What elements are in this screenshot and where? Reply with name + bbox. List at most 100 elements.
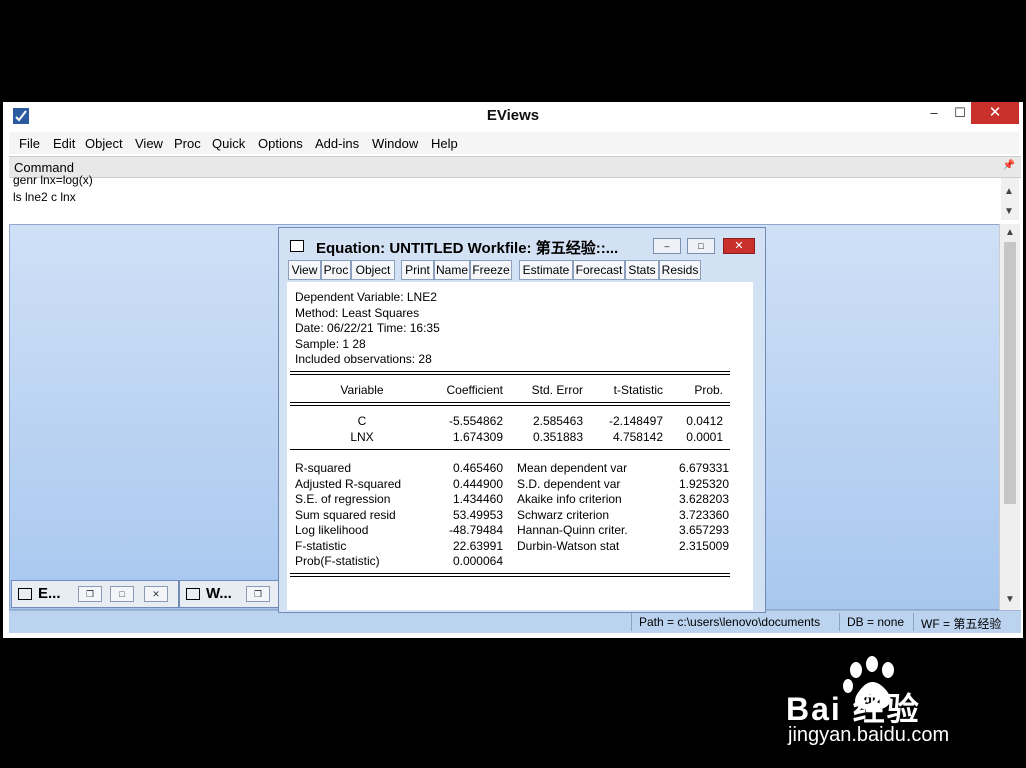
command-line-1: genr lnx=log(x) <box>13 173 93 187</box>
proc-button[interactable]: Proc <box>321 260 351 280</box>
menu-window[interactable]: Window <box>372 136 418 151</box>
menu-quick[interactable]: Quick <box>212 136 245 151</box>
equation-title-bar[interactable]: Equation: UNTITLED Workfile: 第五经验::... –… <box>279 228 765 260</box>
scroll-down-icon[interactable]: ▼ <box>1004 206 1014 217</box>
stat-value: 6.679331 <box>678 461 729 475</box>
divider <box>290 405 730 406</box>
row-std-error: 0.351883 <box>532 430 583 444</box>
command-scrollbar[interactable]: ▲ ▼ <box>1001 178 1019 220</box>
restore-icon[interactable]: ❐ <box>78 586 102 602</box>
maximize-icon[interactable]: □ <box>110 586 134 602</box>
stat-label: Log likelihood <box>295 523 369 537</box>
status-separator <box>631 613 632 631</box>
scroll-down-icon[interactable]: ▼ <box>1005 594 1015 605</box>
stat-label: Prob(F-statistic) <box>295 554 380 568</box>
stat-label: Akaike info criterion <box>517 492 622 506</box>
scrollbar-thumb[interactable] <box>1004 242 1016 504</box>
equation-window[interactable]: Equation: UNTITLED Workfile: 第五经验::... –… <box>278 227 766 613</box>
stat-value: 0.465460 <box>452 461 503 475</box>
freeze-button[interactable]: Freeze <box>470 260 512 280</box>
menu-proc[interactable]: Proc <box>174 136 201 151</box>
close-icon[interactable]: ✕ <box>144 586 168 602</box>
workfile-icon <box>186 588 200 600</box>
menu-bar: File Edit Object View Proc Quick Options… <box>9 132 1019 154</box>
status-separator <box>913 613 914 631</box>
divider <box>290 374 730 375</box>
stat-label: F-statistic <box>295 539 347 553</box>
stats-button[interactable]: Stats <box>625 260 659 280</box>
command-line-2: ls lne2 c lnx <box>13 190 76 204</box>
minimized-title: E... <box>38 585 61 602</box>
sample: Sample: 1 28 <box>295 337 366 351</box>
menu-edit[interactable]: Edit <box>53 136 75 151</box>
scroll-up-icon[interactable]: ▲ <box>1005 227 1015 238</box>
status-separator <box>839 613 840 631</box>
equation-title: Equation: UNTITLED Workfile: 第五经验::... <box>316 240 619 257</box>
forecast-button[interactable]: Forecast <box>573 260 625 280</box>
view-button[interactable]: View <box>288 260 321 280</box>
row-std-error: 2.585463 <box>532 414 583 428</box>
menu-object[interactable]: Object <box>85 136 123 151</box>
stat-value: 3.657293 <box>678 523 729 537</box>
equation-toolbar: View Proc Object Print Name Freeze Estim… <box>287 260 757 280</box>
menu-file[interactable]: File <box>19 136 40 151</box>
close-icon[interactable]: ✕ <box>723 238 755 254</box>
status-db: DB = none <box>847 615 905 629</box>
menu-help[interactable]: Help <box>431 136 458 151</box>
resids-button[interactable]: Resids <box>659 260 701 280</box>
stat-label: Adjusted R-squared <box>295 477 402 491</box>
stat-value: 22.63991 <box>452 539 503 553</box>
estimate-button[interactable]: Estimate <box>519 260 573 280</box>
included-observations: Included observations: 28 <box>295 352 432 366</box>
equation-icon <box>18 588 32 600</box>
row-variable: LNX <box>350 430 374 444</box>
object-button[interactable]: Object <box>351 260 395 280</box>
minimize-icon[interactable]: – <box>653 238 681 254</box>
restore-icon[interactable]: ❐ <box>246 586 270 602</box>
row-variable: C <box>357 414 367 428</box>
stat-label: Mean dependent var <box>517 461 628 475</box>
divider <box>290 371 730 372</box>
stat-label: S.D. dependent var <box>517 477 621 491</box>
window-title: EViews <box>486 107 540 124</box>
name-button[interactable]: Name <box>434 260 470 280</box>
estimation-output: Dependent Variable: LNE2 Method: Least S… <box>287 282 753 610</box>
col-prob: Prob. <box>694 383 723 397</box>
minimized-equation-window[interactable]: E... ❐ □ ✕ <box>11 580 179 608</box>
minimized-workfile-window[interactable]: W... ❐ <box>179 580 279 608</box>
date-time: Date: 06/22/21 Time: 16:35 <box>295 321 440 335</box>
pin-icon[interactable]: 📌 <box>1003 160 1015 171</box>
scroll-up-icon[interactable]: ▲ <box>1004 186 1014 197</box>
menu-view[interactable]: View <box>135 136 163 151</box>
restore-icon[interactable]: □ <box>687 238 715 254</box>
minimized-title: W... <box>206 585 232 602</box>
command-input[interactable]: genr lnx=log(x) ls lne2 c lnx <box>9 173 1001 220</box>
col-t-statistic: t-Statistic <box>613 383 663 397</box>
workspace-scrollbar[interactable]: ▲ ▼ <box>999 224 1020 610</box>
col-variable: Variable <box>340 383 384 397</box>
dependent-variable: Dependent Variable: LNE2 <box>295 290 437 304</box>
print-button[interactable]: Print <box>401 260 434 280</box>
stat-label: R-squared <box>295 461 352 475</box>
stat-value: 2.315009 <box>678 539 729 553</box>
stat-value: 0.444900 <box>452 477 503 491</box>
divider <box>290 449 730 450</box>
divider <box>290 402 730 403</box>
menu-options[interactable]: Options <box>258 136 303 151</box>
row-t-statistic: -2.148497 <box>608 414 663 428</box>
row-t-statistic: 4.758142 <box>612 430 663 444</box>
col-std-error: Std. Error <box>531 383 583 397</box>
stat-value: 3.628203 <box>678 492 729 506</box>
menu-addins[interactable]: Add-ins <box>315 136 359 151</box>
divider <box>290 573 730 574</box>
status-wf: WF = 第五经验 <box>921 617 1002 631</box>
stat-label: Durbin-Watson stat <box>517 539 620 553</box>
baidu-watermark: du Bai 经验 jingyan.baidu.com <box>786 652 1016 752</box>
divider <box>290 576 730 577</box>
equation-icon <box>290 240 304 252</box>
stat-label: Sum squared resid <box>295 508 396 522</box>
row-coefficient: 1.674309 <box>452 430 503 444</box>
command-pane-header: Command 📌 <box>9 156 1021 178</box>
row-prob: 0.0412 <box>686 414 723 428</box>
close-button[interactable]: ✕ <box>971 102 1019 124</box>
